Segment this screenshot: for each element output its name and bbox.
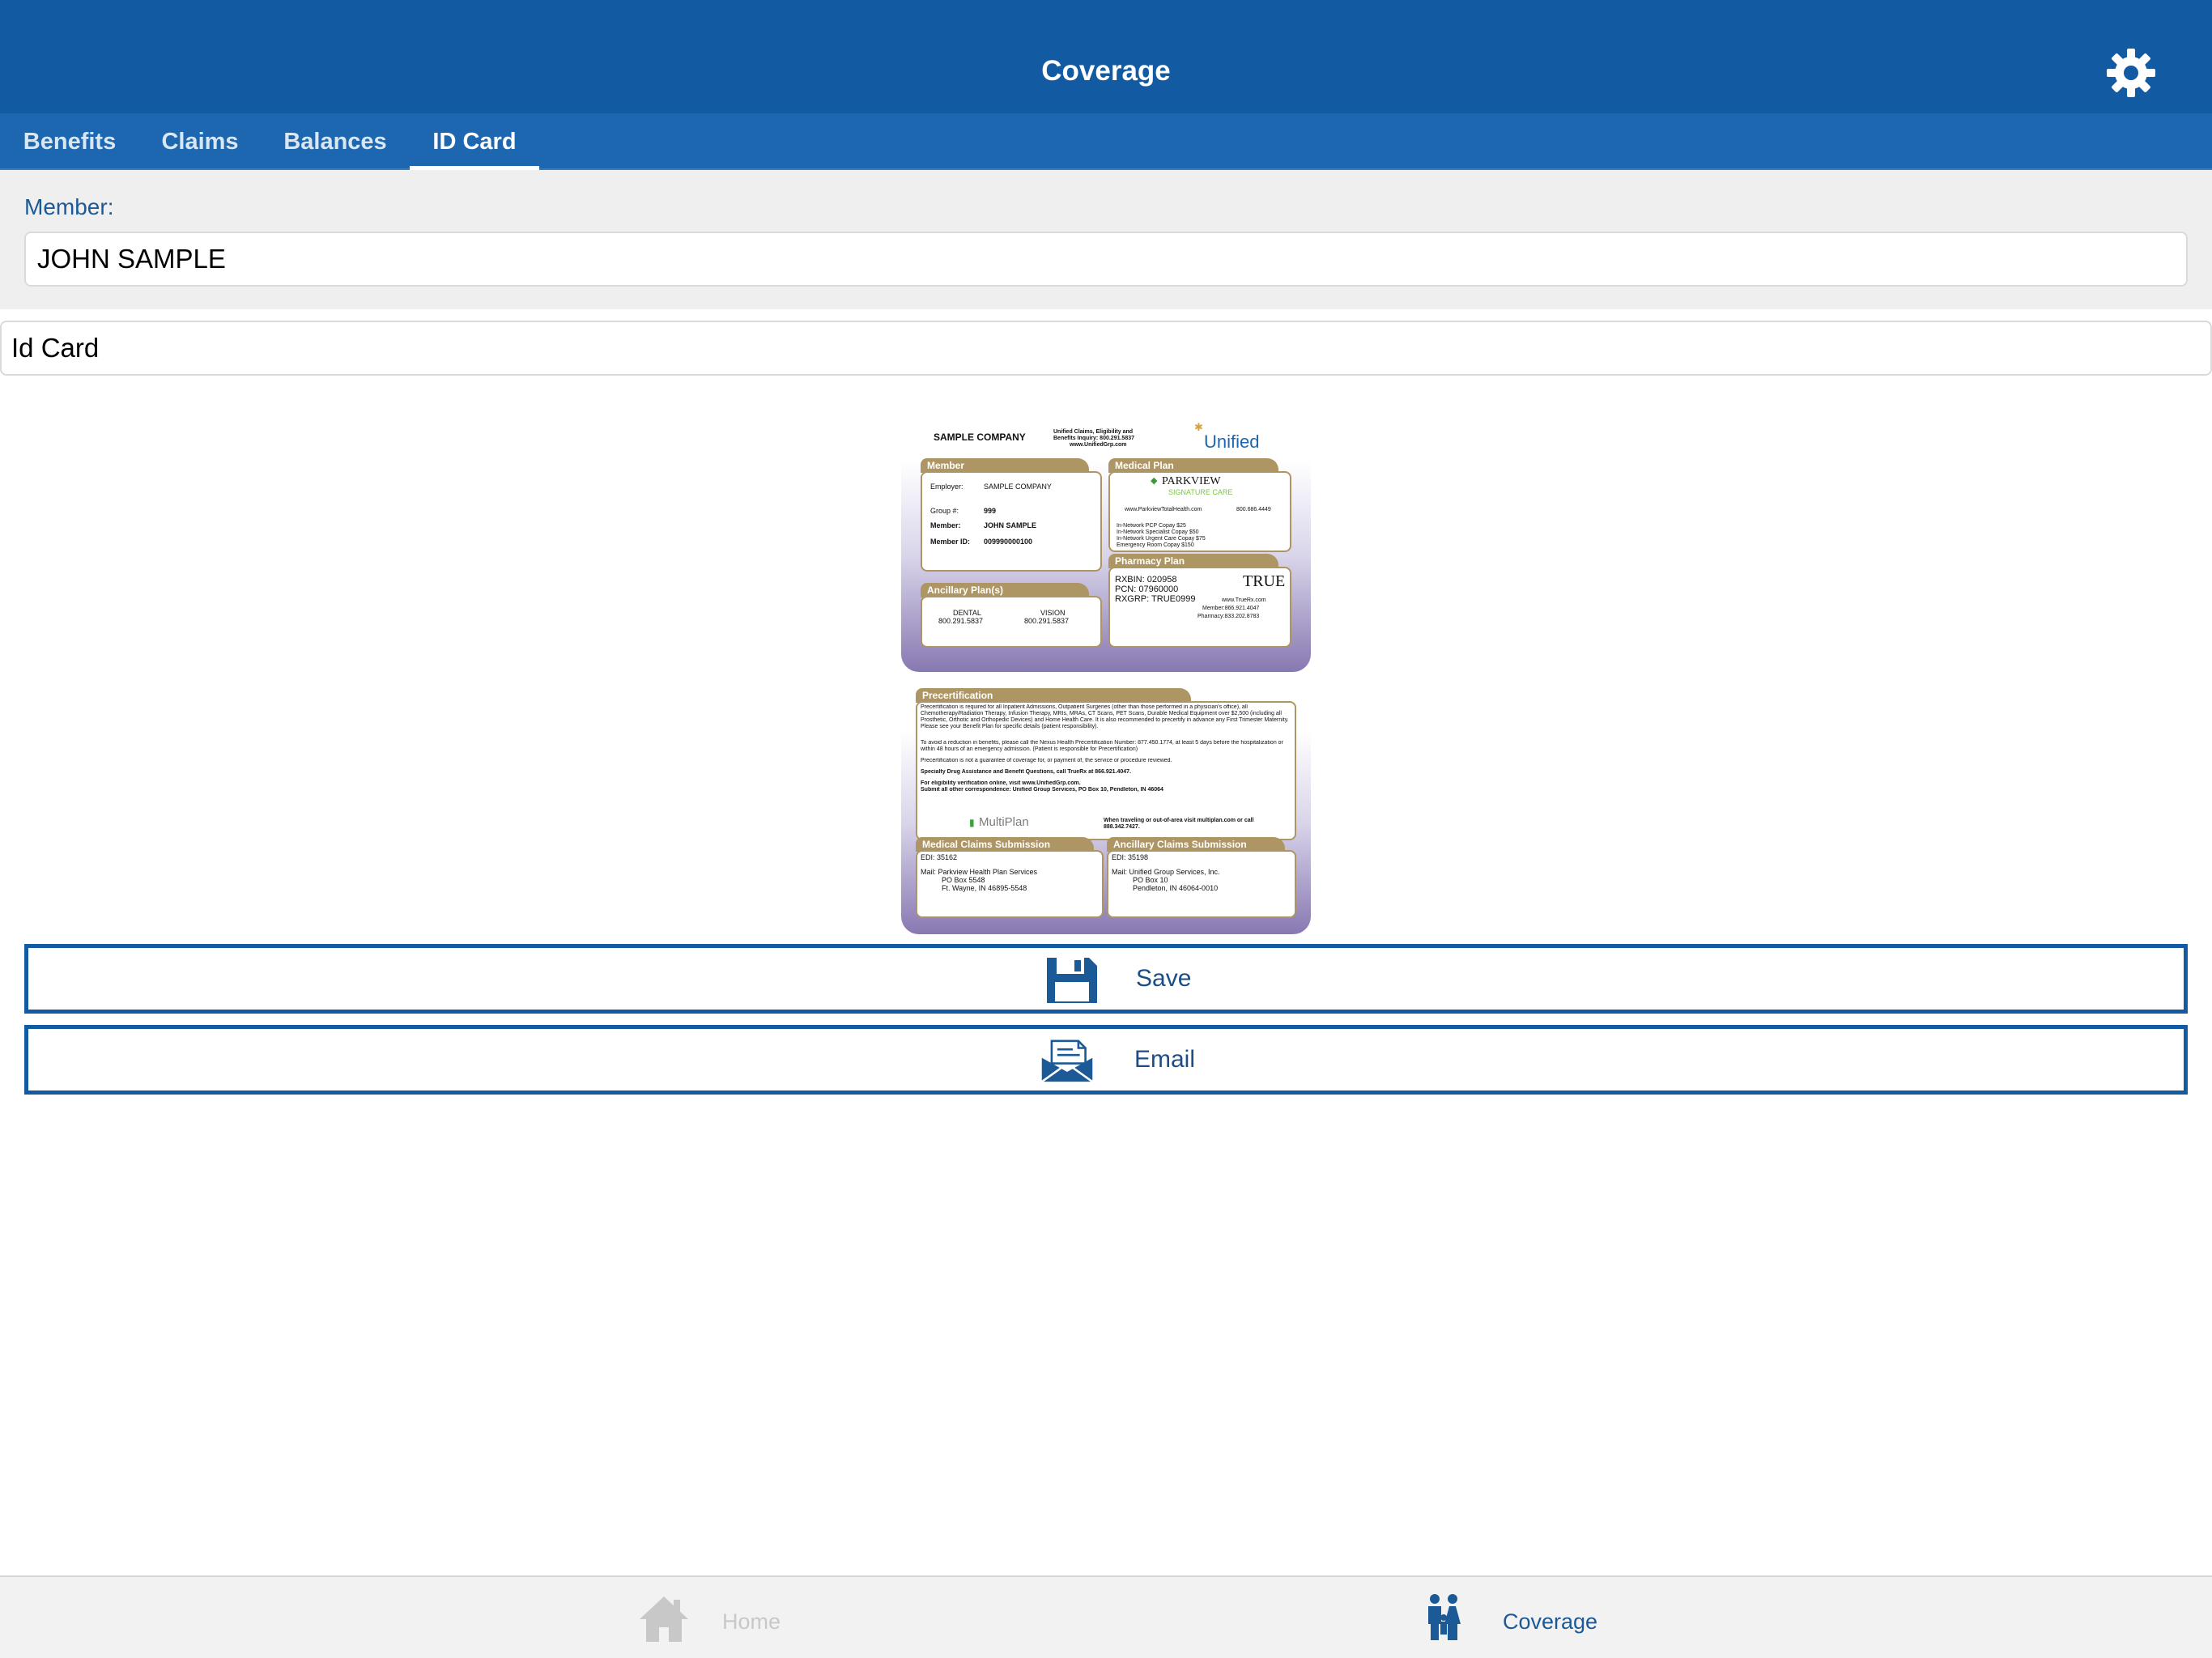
bottom-tab-home[interactable]: Home bbox=[632, 1577, 793, 1658]
id-card-front-image: SAMPLE COMPANY Unified Claims, Eligibili… bbox=[901, 414, 1311, 672]
card-medical-mail-line: PO Box 5548 bbox=[942, 876, 985, 884]
save-button-label: Save bbox=[1136, 965, 1192, 992]
envelope-icon bbox=[1040, 1039, 1094, 1083]
multiplan-logo: MultiPlan bbox=[979, 815, 1029, 829]
bottom-tab-coverage-label: Coverage bbox=[1503, 1609, 1598, 1634]
precert-paragraph-6: Submit all other correspondence: Unified… bbox=[921, 787, 1163, 793]
true-rx-logo: TRUE bbox=[1243, 572, 1286, 590]
card-rxgrp: RXGRP: TRUE0999 bbox=[1115, 594, 1196, 604]
email-button[interactable]: Email bbox=[24, 1025, 2188, 1095]
parkview-sub-logo: SIGNATURE CARE bbox=[1168, 488, 1233, 496]
card-inquiry-line-3: www.UnifiedGrp.com bbox=[1070, 442, 1127, 448]
parkview-diamond-icon: ◆ bbox=[1151, 476, 1158, 486]
card-pharmacy-site: www.TrueRx.com bbox=[1222, 597, 1266, 603]
id-card-back-image: Precertification Precertification is req… bbox=[901, 687, 1311, 934]
card-dental-phone: 800.291.5837 bbox=[938, 617, 984, 625]
card-ancillary-mail-line: Mail: Unified Group Services, Inc. bbox=[1112, 868, 1220, 876]
segment-tab-bar: Benefits Claims Balances ID Card bbox=[0, 113, 2212, 170]
card-inquiry-line-2: Benefits Inquiry: 800.291.5837 bbox=[1053, 436, 1134, 441]
card-group-label: Group #: bbox=[930, 507, 959, 515]
card-dental-label: DENTAL bbox=[953, 609, 981, 617]
member-panel: Member: JOHN SAMPLE bbox=[0, 170, 2212, 309]
member-label: Member: bbox=[24, 194, 114, 219]
tab-claims[interactable]: Claims bbox=[139, 113, 261, 170]
unified-logo: Unified bbox=[1204, 432, 1260, 452]
card-ancillary-edi: EDI: 35198 bbox=[1112, 853, 1149, 861]
precert-paragraph-1: Precertification is required for all Inp… bbox=[921, 704, 1289, 729]
app-root: Coverage Benefits Claims Balances ID Car… bbox=[0, 0, 2212, 1658]
save-button[interactable]: Save bbox=[24, 944, 2188, 1014]
tab-benefits[interactable]: Benefits bbox=[0, 113, 139, 170]
card-ancillary-mail-line: PO Box 10 bbox=[1133, 876, 1168, 884]
card-vision-label: VISION bbox=[1040, 609, 1066, 617]
multiplan-note: When traveling or out-of-area visit mult… bbox=[1104, 818, 1254, 830]
card-member-id-label: Member ID: bbox=[930, 538, 971, 546]
card-medical-edi: EDI: 35162 bbox=[921, 853, 958, 861]
card-medical-site: www.ParkviewTotalHealth.com bbox=[1125, 507, 1202, 512]
id-card-select[interactable]: Id Card bbox=[0, 321, 2212, 376]
card-member-label: Member: bbox=[930, 521, 961, 529]
multiplan-logo-mark-icon: ▮ bbox=[969, 817, 975, 828]
card-employer: SAMPLE COMPANY bbox=[984, 483, 1052, 491]
card-vision-phone: 800.291.5837 bbox=[1024, 617, 1070, 625]
card-pharmacy-member-phone: Member:866.921.4047 bbox=[1202, 606, 1260, 611]
precert-paragraph-3: Precertification is not a guarantee of c… bbox=[921, 758, 1172, 763]
tab-id-card[interactable]: ID Card bbox=[410, 113, 539, 170]
card-rxbin: RXBIN: 020958 bbox=[1115, 575, 1177, 585]
card-copay-line: In-Network Specialist Copay $50 bbox=[1117, 529, 1199, 535]
bottom-tab-home-label: Home bbox=[722, 1609, 781, 1634]
card-group: 999 bbox=[984, 507, 997, 515]
precert-paragraph-5: For eligibility verification online, vis… bbox=[921, 780, 1081, 786]
tab-balances[interactable]: Balances bbox=[261, 113, 410, 170]
home-icon bbox=[640, 1596, 688, 1642]
card-member-id: 009990000100 bbox=[984, 538, 1033, 546]
card-copay-line: Emergency Room Copay $150 bbox=[1117, 542, 1194, 548]
bottom-tab-bar: Home Coverage bbox=[0, 1575, 2212, 1658]
unified-logo-mark-icon: ✱ bbox=[1194, 421, 1203, 433]
card-copay-line: In-Network Urgent Care Copay $75 bbox=[1117, 536, 1206, 542]
card-inquiry-line-1: Unified Claims, Eligibility and bbox=[1053, 429, 1134, 435]
precert-paragraph-4: Specialty Drug Assistance and Benefit Qu… bbox=[921, 769, 1132, 775]
card-medical-phone: 800.686.4449 bbox=[1236, 507, 1271, 512]
page-title: Coverage bbox=[1041, 55, 1171, 87]
member-select[interactable]: JOHN SAMPLE bbox=[24, 232, 2188, 287]
bottom-tab-coverage[interactable]: Coverage bbox=[1425, 1577, 1619, 1658]
card-copay-line: In-Network PCP Copay $25 bbox=[1117, 523, 1186, 529]
card-medical-mail-line: Ft. Wayne, IN 46895-5548 bbox=[942, 884, 1027, 892]
card-member-name: JOHN SAMPLE bbox=[984, 521, 1037, 529]
precert-paragraph-2: To avoid a reduction in benefits, please… bbox=[921, 740, 1283, 752]
gear-icon[interactable] bbox=[2105, 47, 2157, 99]
card-employer-label: Employer: bbox=[930, 483, 963, 491]
card-ancillary-mail-line: Pendleton, IN 46064-0010 bbox=[1133, 884, 1219, 892]
email-button-label: Email bbox=[1134, 1046, 1196, 1073]
card-pharmacy-phone: Pharmacy:833.202.8783 bbox=[1197, 614, 1260, 619]
card-company: SAMPLE COMPANY bbox=[934, 432, 1026, 443]
floppy-disk-icon bbox=[1047, 958, 1097, 1003]
parkview-logo: PARKVIEW bbox=[1162, 475, 1221, 487]
card-pcn: PCN: 07960000 bbox=[1115, 585, 1179, 594]
family-icon bbox=[1428, 1594, 1461, 1640]
navigation-bar: Coverage bbox=[0, 0, 2212, 113]
card-medical-mail-line: Mail: Parkview Health Plan Services bbox=[921, 868, 1038, 876]
